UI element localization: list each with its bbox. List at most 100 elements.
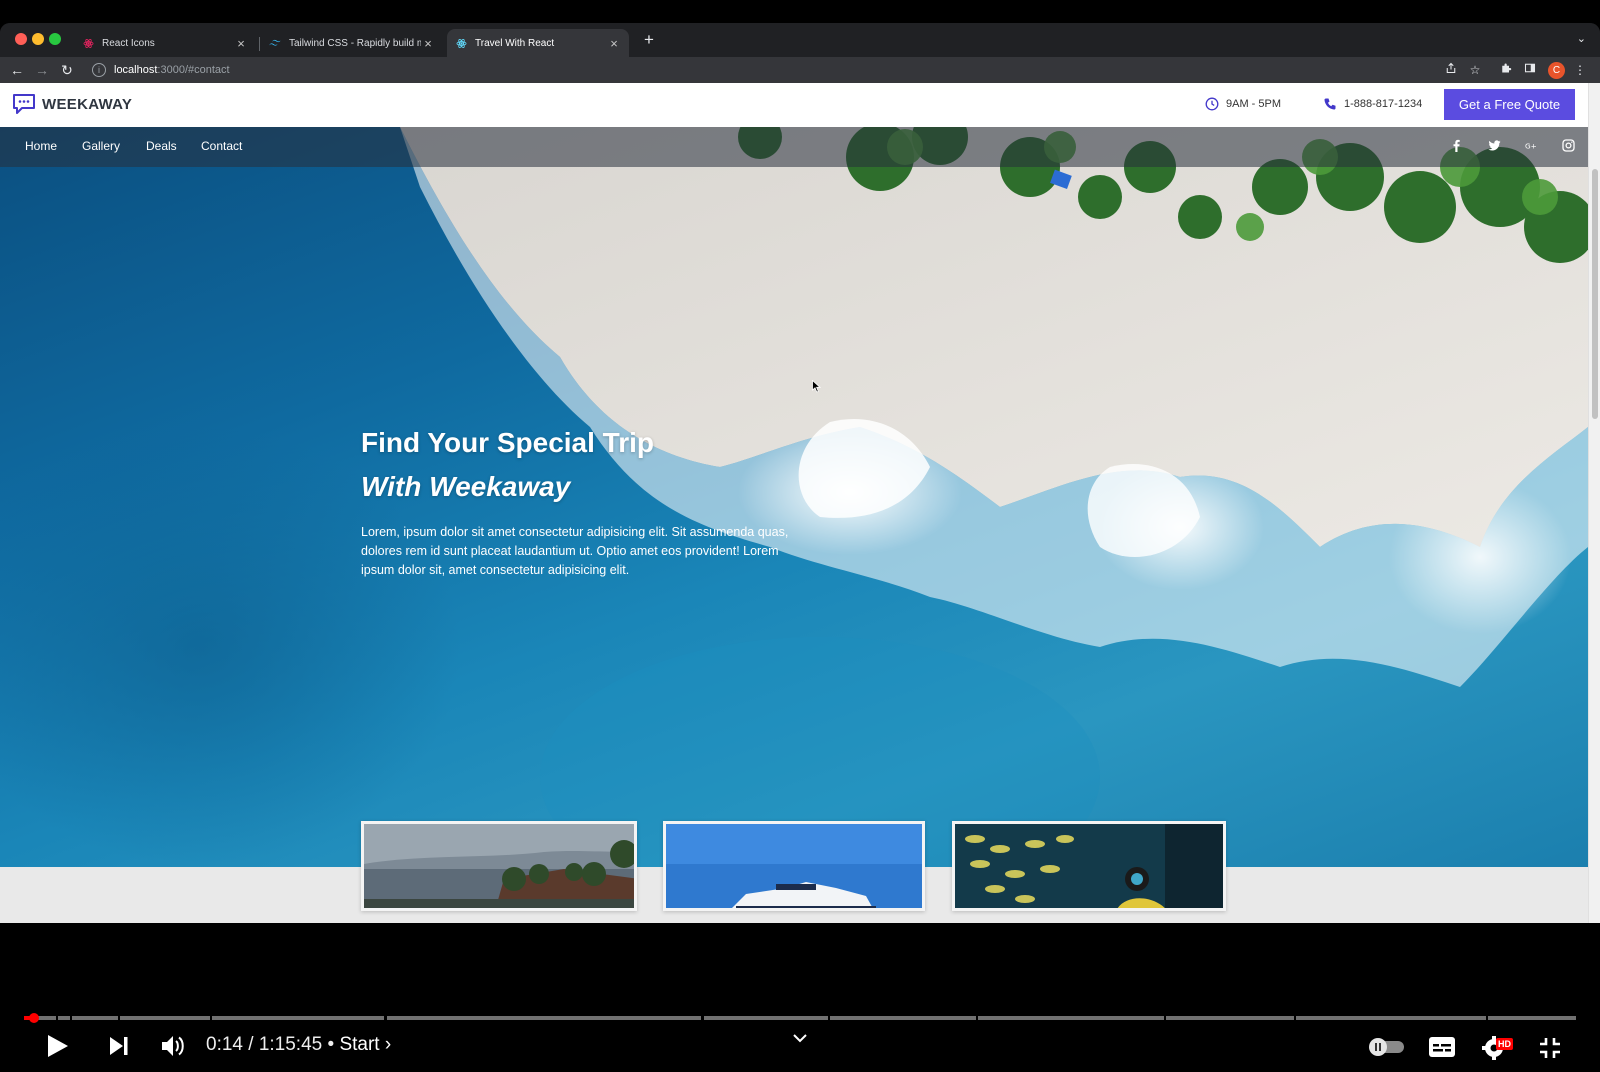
browser-toolbar: ← → ↻ i localhost:3000/#contact ☆ C ⋮	[0, 57, 1600, 83]
hours-text: 9AM - 5PM	[1226, 98, 1282, 110]
hero-copy: Find Your Special Trip With Weekaway Lor…	[361, 421, 791, 580]
nav-gallery[interactable]: Gallery	[82, 139, 120, 153]
close-tab-icon[interactable]: ×	[421, 36, 435, 51]
tab-strip: React Icons × Tailwind CSS - Rapidly bui…	[0, 23, 1600, 57]
brand-logo[interactable]: WEEKAWAY	[12, 93, 132, 115]
new-tab-button[interactable]: +	[644, 31, 654, 49]
address-bar[interactable]: i localhost:3000/#contact	[90, 59, 1436, 81]
chapter-segment[interactable]	[1296, 1016, 1486, 1020]
site-info-icon[interactable]: i	[92, 63, 106, 77]
featured-trips	[0, 821, 1588, 923]
tailwind-favicon-icon	[269, 37, 281, 49]
scrollbar-thumb[interactable]	[1592, 169, 1598, 419]
url-host: localhost	[114, 64, 158, 76]
hd-badge: HD	[1496, 1038, 1513, 1050]
chapter-segment[interactable]	[978, 1016, 1164, 1020]
bookmark-star-icon[interactable]: ☆	[1467, 62, 1483, 78]
play-icon[interactable]	[44, 1033, 70, 1059]
scuba-diver-image	[955, 824, 1223, 908]
phone-contact[interactable]: 1-888-817-1234	[1323, 97, 1422, 111]
tab-travel-with-react[interactable]: Travel With React ×	[447, 29, 629, 57]
tab-react-icons[interactable]: React Icons ×	[74, 29, 256, 57]
chapter-segment[interactable]	[120, 1016, 210, 1020]
page-viewport: WEEKAWAY 9AM - 5PM 1-888-817-1234 Get a …	[0, 83, 1600, 923]
profile-avatar[interactable]: C	[1548, 62, 1565, 79]
chapter-segment[interactable]	[830, 1016, 976, 1020]
volume-icon[interactable]	[160, 1034, 186, 1058]
duration: 1:15:45	[258, 1034, 323, 1055]
chapter-title[interactable]: Start ›	[339, 1034, 391, 1055]
brand-name: WEEKAWAY	[42, 95, 133, 113]
facebook-icon[interactable]	[1448, 139, 1464, 155]
instagram-icon[interactable]	[1560, 139, 1576, 155]
trip-card-scuba-diving[interactable]	[952, 821, 1226, 911]
subtitles-icon[interactable]	[1428, 1036, 1456, 1058]
video-player: React Icons × Tailwind CSS - Rapidly bui…	[0, 0, 1600, 1072]
next-video-icon[interactable]	[108, 1036, 130, 1056]
hero-subtitle: With Weekaway	[361, 471, 571, 502]
tab-tailwind[interactable]: Tailwind CSS - Rapidly build m ×	[261, 29, 443, 57]
close-window-button[interactable]	[15, 33, 27, 45]
phone-number: 1-888-817-1234	[1344, 98, 1423, 110]
autoplay-toggle[interactable]	[1364, 1037, 1406, 1057]
clock-icon	[1205, 97, 1219, 111]
nav-contact[interactable]: Contact	[201, 139, 242, 153]
hero-section: Home Gallery Deals Contact G+ Find Your …	[0, 127, 1588, 867]
trip-card-cruise[interactable]	[663, 821, 925, 911]
chapter-segment[interactable]	[212, 1016, 384, 1020]
chapter-segment[interactable]	[387, 1016, 701, 1020]
beach-aerial-background	[0, 127, 1588, 867]
close-tab-icon[interactable]: ×	[234, 36, 248, 51]
chapter-segment[interactable]	[1488, 1016, 1576, 1020]
chapter-chevron-icon: ›	[384, 1034, 392, 1055]
maximize-window-button[interactable]	[49, 33, 61, 45]
business-hours: 9AM - 5PM	[1205, 97, 1281, 111]
trip-card-tropical-resort[interactable]	[361, 821, 637, 911]
tab-title: Travel With React	[475, 37, 555, 49]
minimize-window-button[interactable]	[32, 33, 44, 45]
browser-window: React Icons × Tailwind CSS - Rapidly bui…	[0, 23, 1600, 923]
get-free-quote-button[interactable]: Get a Free Quote	[1444, 89, 1575, 120]
side-panel-icon[interactable]	[1522, 62, 1538, 78]
progress-scrubber-handle[interactable]	[29, 1013, 39, 1023]
chapter-segment[interactable]	[704, 1016, 828, 1020]
close-tab-icon[interactable]: ×	[607, 36, 621, 51]
cruise-ship-image	[666, 824, 922, 908]
forward-arrow-icon[interactable]: →	[33, 61, 51, 79]
hero-title: Find Your Special Trip	[361, 427, 655, 458]
phone-icon	[1324, 98, 1336, 110]
main-navigation: Home Gallery Deals Contact G+	[0, 127, 1588, 167]
svg-text:G+: G+	[1525, 141, 1537, 150]
google-plus-icon[interactable]: G+	[1523, 139, 1539, 155]
chapter-bullet: •	[327, 1034, 335, 1055]
url-path: :3000/#contact	[157, 64, 230, 76]
chapter-segment[interactable]	[72, 1016, 118, 1020]
chapter-name: Start	[339, 1034, 380, 1055]
page-scrollbar[interactable]	[1588, 83, 1600, 923]
chat-bubble-logo-icon	[13, 94, 35, 114]
time-separator: /	[248, 1034, 254, 1055]
site-header: WEEKAWAY 9AM - 5PM 1-888-817-1234 Get a …	[0, 83, 1588, 127]
resort-palms-image	[364, 824, 634, 908]
nav-deals[interactable]: Deals	[146, 139, 177, 153]
react-favicon-icon	[455, 37, 467, 49]
mouse-cursor-icon	[812, 380, 821, 393]
back-arrow-icon[interactable]: ←	[8, 61, 26, 79]
video-progress-bar[interactable]	[24, 1016, 1576, 1020]
twitter-icon[interactable]	[1486, 139, 1502, 155]
chapter-segment[interactable]	[58, 1016, 70, 1020]
share-icon[interactable]	[1443, 62, 1459, 78]
exit-fullscreen-icon[interactable]	[1538, 1036, 1562, 1060]
react-icons-favicon-icon	[82, 37, 94, 49]
tab-separator	[259, 37, 260, 51]
reload-icon[interactable]: ↻	[58, 61, 76, 79]
tab-search-chevron-icon[interactable]: ⌄	[1577, 32, 1586, 45]
extensions-puzzle-icon[interactable]	[1498, 62, 1514, 78]
tab-title: Tailwind CSS - Rapidly build m	[289, 37, 421, 49]
time-display: 0:14 / 1:15:45 • Start ›	[206, 1034, 391, 1056]
current-time: 0:14	[206, 1034, 243, 1055]
nav-home[interactable]: Home	[25, 139, 57, 153]
expand-description-chevron-icon[interactable]	[792, 1030, 808, 1048]
chapter-segment[interactable]	[1166, 1016, 1294, 1020]
browser-menu-icon[interactable]: ⋮	[1572, 62, 1588, 78]
